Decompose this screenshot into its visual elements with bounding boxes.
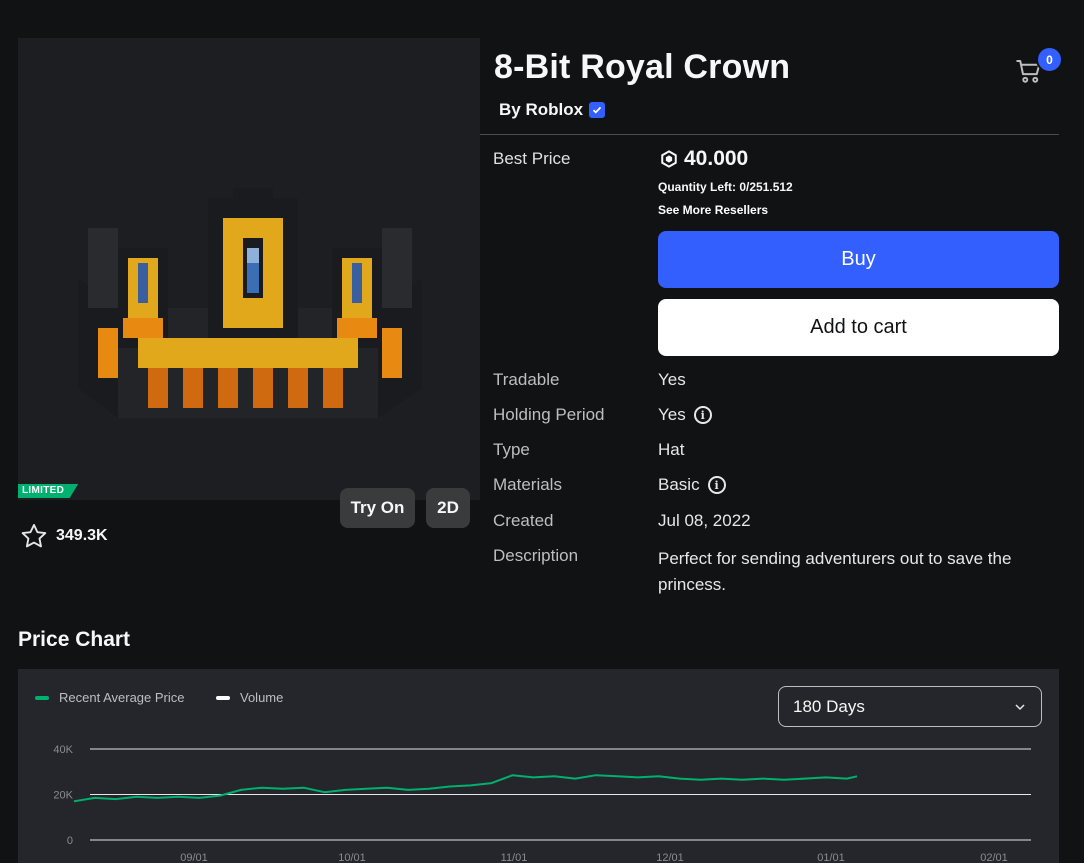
detail-label-tradable: Tradable <box>493 370 560 389</box>
y-tick-label: 40K <box>53 744 73 756</box>
info-icon[interactable]: i <box>693 406 712 424</box>
x-tick-label: 09/01 <box>180 852 208 863</box>
favorite-control[interactable]: 349.3K <box>20 522 108 550</box>
series-line-recent-average-price <box>73 774 858 803</box>
verified-badge-icon <box>589 102 606 118</box>
try-on-button[interactable]: Try On <box>340 488 415 528</box>
detail-label-type: Type <box>493 440 530 459</box>
detail-value-created: Jul 08, 2022 <box>658 511 751 531</box>
created-value: Jul 08, 2022 <box>658 511 751 530</box>
y-tick-label: 0 <box>67 835 73 847</box>
favorite-count: 349.3K <box>56 527 108 544</box>
see-more-resellers-link[interactable]: See More Resellers <box>658 203 768 217</box>
x-tick-label: 11/01 <box>501 852 528 863</box>
detail-label-description: Description <box>493 546 579 565</box>
description-text: Perfect for sending adventurers out to s… <box>658 549 1012 594</box>
detail-value-tradable: Yes <box>658 370 686 390</box>
detail-label-holding: Holding Period <box>493 405 605 424</box>
price-chart-title: Price Chart <box>18 628 131 651</box>
creator-name[interactable]: By Roblox <box>499 100 583 120</box>
x-tick-label: 10/01 <box>338 852 366 863</box>
item-thumbnail: Try On 2D <box>18 38 480 528</box>
detail-value-holding: Yes i <box>658 405 712 425</box>
limited-badge: LIMITED <box>18 484 79 498</box>
price-chart: 40K 20K 0 09/01 10/01 11/01 12/01 01/01 02/01 <box>53 744 1031 863</box>
cart-count-badge: 0 <box>1036 46 1063 73</box>
detail-value-materials: Basic i <box>658 475 726 495</box>
robux-icon <box>661 150 677 168</box>
creator-link[interactable]: By Roblox <box>499 100 606 120</box>
best-price-label: Best Price <box>493 149 571 168</box>
buy-button[interactable]: Buy <box>658 231 1059 288</box>
star-icon[interactable] <box>20 522 48 550</box>
add-to-cart-button[interactable]: Add to cart <box>658 299 1059 356</box>
price-value: 40.000 <box>684 147 749 170</box>
quantity-left: Quantity Left: 0/251.512 <box>658 180 793 194</box>
x-tick-label: 12/01 <box>656 852 684 863</box>
divider <box>480 134 1059 135</box>
type-value: Hat <box>658 440 685 459</box>
item-title: 8-Bit Royal Crown <box>494 48 791 86</box>
toggle-2d-button[interactable]: 2D <box>426 488 470 528</box>
detail-value-type: Hat <box>658 440 684 460</box>
info-icon[interactable]: i <box>707 476 726 494</box>
detail-label-materials: Materials <box>493 475 562 494</box>
materials-value: Basic <box>658 475 700 494</box>
price: 40.000 <box>660 147 748 171</box>
crown-image <box>78 188 422 418</box>
x-tick-label: 02/01 <box>980 852 1008 863</box>
x-tick-label: 01/01 <box>817 852 845 863</box>
y-tick-label: 20K <box>53 790 73 802</box>
holding-value: Yes <box>658 405 686 424</box>
detail-label-created: Created <box>493 511 554 530</box>
tradable-value: Yes <box>658 370 686 389</box>
